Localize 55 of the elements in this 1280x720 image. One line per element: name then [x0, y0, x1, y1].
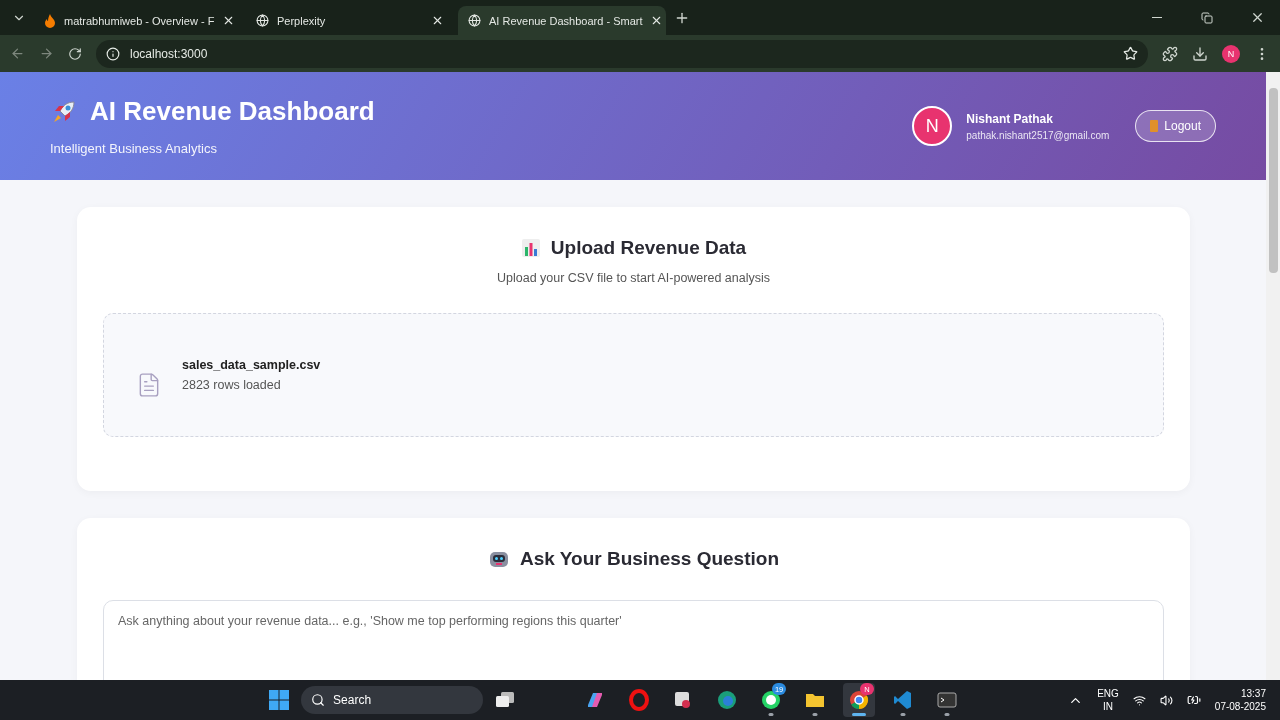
- clock-time[interactable]: 13:37: [1240, 687, 1266, 700]
- forward-arrow-icon: [39, 46, 54, 61]
- question-input[interactable]: Ask anything about your revenue data... e.g., 'Show me top performing regions this quarter': [103, 600, 1164, 680]
- card-title: Upload Revenue Data: [550, 237, 747, 259]
- forward-button[interactable]: [39, 46, 54, 61]
- door-icon: [1150, 120, 1159, 132]
- globe-icon: [256, 14, 269, 27]
- row-count: 2823 rows loaded: [182, 378, 282, 392]
- user-email: pathak.nishant2517@gmail.com: [966, 129, 1110, 141]
- wifi-icon[interactable]: [1132, 693, 1146, 707]
- globe-icon: [468, 14, 481, 27]
- download-icon: [1192, 45, 1208, 62]
- extensions-button[interactable]: [1162, 45, 1178, 62]
- running-indicator: [852, 713, 867, 716]
- profile-avatar[interactable]: N: [1222, 44, 1240, 63]
- app-subtitle: Intelligent Business Analytics: [50, 141, 218, 156]
- file-name: sales_data_sample.csv: [182, 358, 321, 372]
- back-button[interactable]: [10, 46, 25, 61]
- battery-icon[interactable]: [1186, 693, 1201, 707]
- puzzle-icon: [1162, 45, 1178, 62]
- app-title: AI Revenue Dashboard: [90, 96, 375, 127]
- browser-tab[interactable]: Perplexity: [246, 6, 454, 35]
- language-indicator[interactable]: ENG IN: [1097, 687, 1119, 713]
- reload-button[interactable]: [68, 46, 82, 61]
- address-bar[interactable]: localhost:3000: [96, 39, 1148, 68]
- minimize-icon: [1152, 17, 1162, 18]
- chrome-icon: [848, 689, 871, 711]
- card-subtitle: Upload your CSV file to start AI-powered analysis: [496, 271, 770, 285]
- volume-icon[interactable]: [1159, 693, 1173, 707]
- chat-icon: [760, 689, 783, 711]
- file-drop-zone[interactable]: sales_data_sample.csv 2823 rows loaded: [103, 313, 1164, 437]
- close-icon[interactable]: [431, 14, 444, 27]
- running-indicator: [944, 713, 950, 716]
- running-indicator: [812, 713, 818, 716]
- user-avatar: N: [912, 106, 953, 146]
- reload-icon: [68, 46, 82, 61]
- logout-button[interactable]: Logout: [1135, 110, 1216, 142]
- flame-icon: [44, 13, 56, 28]
- clock-date[interactable]: 07-08-2025: [1214, 700, 1266, 713]
- search-icon: [311, 693, 326, 707]
- card-title: Ask Your Business Question: [519, 548, 779, 570]
- user-name: Nishant Pathak: [966, 111, 1054, 126]
- info-icon: [106, 46, 120, 61]
- download-button[interactable]: [1192, 45, 1208, 62]
- bar-chart-icon: [520, 238, 541, 258]
- terminal-icon: [936, 689, 959, 711]
- restore-icon: [1201, 11, 1213, 24]
- browser-tab[interactable]: AI Revenue Dashboard - Smart: [458, 6, 666, 35]
- bookmark-star-icon[interactable]: [1123, 46, 1138, 61]
- taskbar-search[interactable]: Search: [301, 686, 484, 714]
- running-indicator: [900, 713, 906, 716]
- windows-start-icon[interactable]: [269, 690, 290, 710]
- browser-tab[interactable]: matrabhumiweb - Overview - F: [34, 6, 242, 35]
- task-view-icon[interactable]: [495, 691, 516, 709]
- running-indicator: [768, 713, 774, 716]
